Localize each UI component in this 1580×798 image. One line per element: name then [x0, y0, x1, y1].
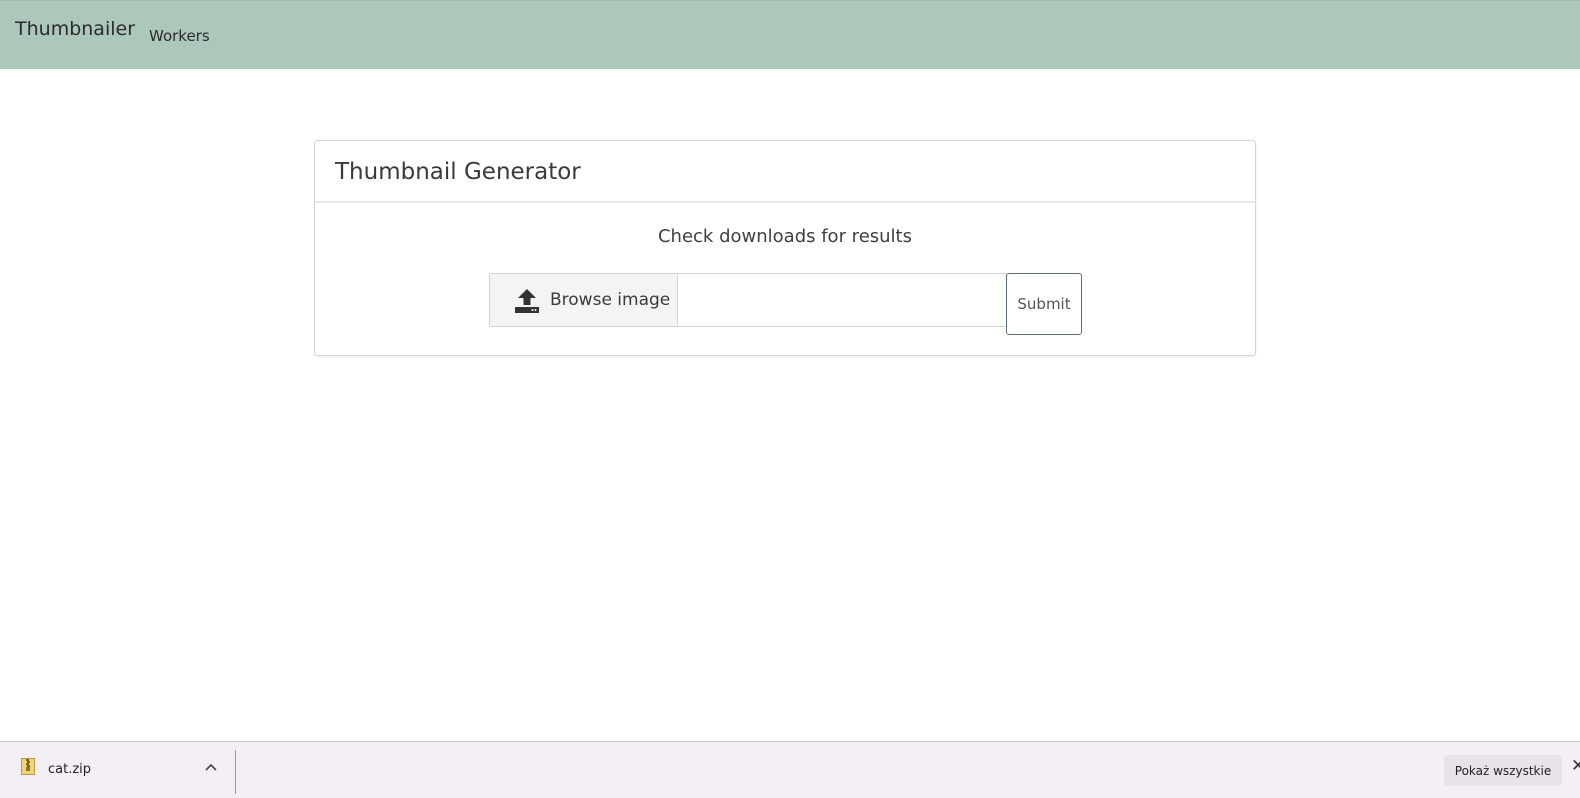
results-note: Check downloads for results	[657, 226, 912, 247]
nav-link-workers[interactable]: Workers	[149, 27, 210, 45]
download-bar: cat.zip Pokaż wszystkie ✕	[0, 741, 1580, 798]
upload-icon	[514, 288, 540, 318]
card-header: Thumbnail Generator	[315, 141, 1255, 203]
browse-image-button[interactable]: Browse image	[490, 274, 678, 326]
submit-button[interactable]: Submit	[1006, 273, 1082, 335]
close-icon[interactable]: ✕	[1571, 756, 1580, 776]
browse-image-label: Browse image	[550, 290, 671, 310]
top-navbar: Thumbnailer Workers	[0, 0, 1580, 69]
show-all-downloads-button[interactable]: Pokaż wszystkie	[1444, 755, 1562, 786]
card-title: Thumbnail Generator	[335, 159, 581, 185]
download-file-name: cat.zip	[48, 762, 92, 777]
thumbnail-generator-card: Thumbnail Generator Check downloads for …	[314, 140, 1256, 356]
zip-file-icon	[21, 758, 35, 779]
chevron-up-icon[interactable]	[203, 760, 219, 776]
download-item-cat-zip[interactable]: cat.zip	[0, 742, 234, 798]
file-input-group: Browse image	[489, 273, 1007, 327]
download-bar-divider	[235, 750, 236, 794]
file-name-field[interactable]	[679, 274, 1006, 326]
brand-link[interactable]: Thumbnailer	[15, 18, 135, 40]
